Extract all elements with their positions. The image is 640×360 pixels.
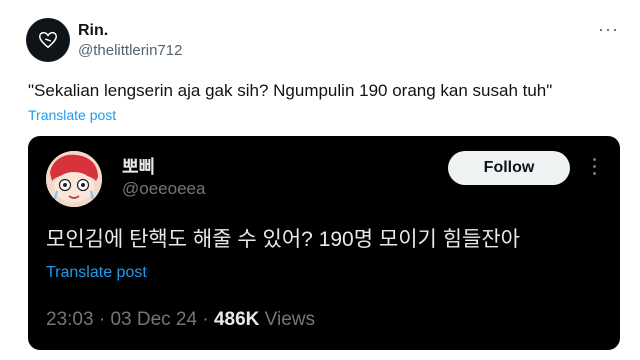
views-label: Views [264, 309, 315, 330]
translate-post-link[interactable]: Translate post [28, 107, 116, 123]
more-options-icon[interactable]: ··· [598, 20, 619, 38]
heart-icon [39, 31, 57, 49]
quoted-more-options-icon[interactable] [591, 158, 597, 175]
timestamp-time[interactable]: 23:03 [46, 309, 94, 330]
quoted-tweet-text: 모인김에 탄핵도 해줄 수 있어? 190명 모이기 힘들잔아 [46, 228, 520, 251]
quoted-translate-post-link[interactable]: Translate post [46, 264, 147, 282]
follow-button[interactable]: Follow [448, 151, 570, 185]
author-handle[interactable]: @thelittlerin712 [78, 42, 182, 59]
author-name[interactable]: Rin. [78, 22, 108, 40]
views-count: 486K [213, 309, 260, 330]
timestamp-date[interactable]: 03 Dec 24 [110, 309, 197, 330]
meta-separator: · [98, 309, 106, 330]
tweet-text: "Sekalian lengserin aja gak sih? Ngumpul… [28, 81, 553, 100]
author-avatar[interactable] [26, 18, 70, 62]
dot [592, 165, 596, 168]
meta-separator: · [202, 309, 209, 330]
tweet-card: Rin. @thelittlerin712 ··· "Sekalian leng… [0, 0, 640, 360]
quoted-tweet-meta: 23:03 · 03 Dec 24 · 486K Views [46, 309, 315, 331]
quoted-tweet[interactable]: 뽀삐 @oeeoeea Follow 모인김에 탄핵도 해줄 수 있어? 190… [28, 136, 620, 350]
dot [592, 172, 596, 175]
avatar-illustration [46, 151, 102, 207]
quoted-author-avatar[interactable] [46, 151, 102, 207]
quoted-author-name[interactable]: 뽀삐 [122, 153, 155, 179]
dot [592, 158, 596, 161]
quoted-author-handle[interactable]: @oeeoeea [122, 179, 205, 199]
